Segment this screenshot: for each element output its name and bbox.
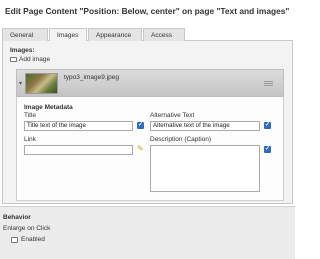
title-label: Title [24, 112, 37, 119]
add-image-label: Add image [19, 56, 51, 63]
tab-general[interactable]: General [2, 28, 48, 41]
description-label: Description (Caption) [150, 136, 212, 143]
page-title: Edit Page Content "Position: Below, cent… [5, 6, 290, 16]
behavior-section: Behavior Enlarge on Click Enabled [0, 206, 295, 259]
link-input[interactable] [24, 145, 133, 155]
tab-appearance[interactable]: Appearance [88, 28, 142, 41]
image-thumbnail [25, 73, 58, 94]
tab-images[interactable]: Images [49, 28, 87, 42]
title-input[interactable]: Title text of the image [24, 121, 133, 131]
drag-handle-icon[interactable] [264, 81, 273, 86]
link-wizard-icon[interactable]: ✎ [137, 145, 145, 153]
images-label: Images: [10, 47, 35, 54]
enlarge-checkbox[interactable] [11, 237, 18, 243]
tab-access[interactable]: Access [143, 28, 185, 41]
alt-text-label: Alternative Text [150, 112, 195, 119]
description-textarea[interactable] [150, 145, 260, 192]
image-metadata-title: Image Metadata [24, 104, 73, 111]
check-icon[interactable]: ✓ [264, 146, 271, 153]
link-label: Link [24, 136, 36, 143]
enabled-label[interactable]: Enabled [21, 236, 45, 243]
collapse-icon[interactable]: ▾ [19, 80, 22, 87]
tab-bar: General Images Appearance Access [2, 28, 293, 42]
add-image-button[interactable]: Add image [10, 56, 50, 63]
image-item-header[interactable]: ▾ typo3_image9.jpeg [16, 69, 284, 97]
folder-icon [10, 57, 17, 62]
alt-text-input[interactable]: Alternative text of the image [150, 121, 260, 131]
enlarge-label: Enlarge on Click [3, 225, 51, 232]
images-panel: Images: Add image ▾ typo3_image9.jpeg Im… [2, 41, 293, 204]
image-item-body: Image Metadata Title Title text of the i… [16, 97, 284, 201]
image-filename: typo3_image9.jpeg [64, 74, 119, 81]
check-icon[interactable]: ✓ [264, 122, 271, 129]
check-icon[interactable]: ✓ [137, 122, 144, 129]
behavior-label: Behavior [3, 214, 31, 221]
